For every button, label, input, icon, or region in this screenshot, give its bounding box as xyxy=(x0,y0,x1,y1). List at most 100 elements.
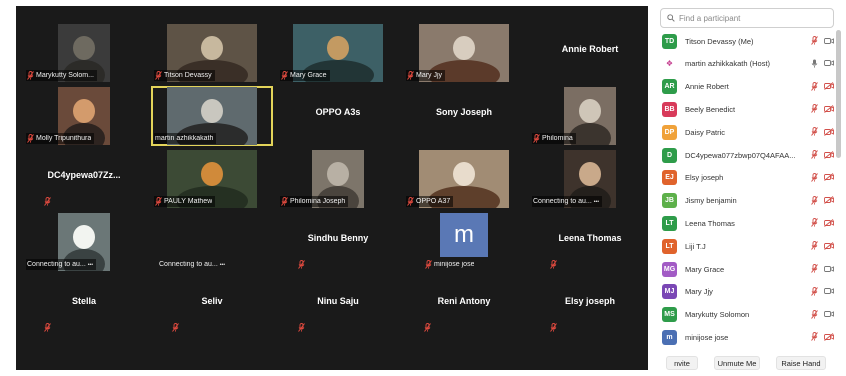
mic-muted-icon[interactable] xyxy=(811,150,818,159)
participant-row[interactable]: MJ Mary Jjy xyxy=(662,281,838,303)
video-tile[interactable]: Ninu Saju xyxy=(278,276,398,334)
video-tile[interactable]: Sony Joseph xyxy=(404,87,524,145)
participant-avatar: BB xyxy=(662,101,677,117)
camera-off-icon[interactable] xyxy=(824,333,834,341)
camera-off-icon[interactable] xyxy=(824,196,834,204)
search-input[interactable] xyxy=(679,13,829,23)
mic-muted-icon xyxy=(27,134,34,143)
camera-off-icon[interactable] xyxy=(824,127,834,136)
participant-search[interactable] xyxy=(660,8,834,28)
participant-name: Jismy benjamin xyxy=(685,196,737,206)
participants-panel: TD Titson Devassy (Me) ❖ martin azhikkakath… xyxy=(648,0,846,376)
unmute-me-button[interactable]: Unmute Me xyxy=(714,356,760,370)
camera-icon[interactable] xyxy=(824,59,834,67)
tile-label: Connecting to au... ••• xyxy=(532,196,603,207)
participant-name: Leena Thomas xyxy=(685,218,735,228)
video-tile[interactable]: Philomina Joseph xyxy=(278,150,398,208)
participant-row[interactable]: JB Jismy benjamin xyxy=(662,190,838,212)
video-tile[interactable]: Philomina xyxy=(530,87,650,145)
participant-row[interactable]: AR Annie Robert xyxy=(662,76,838,98)
video-tile[interactable]: Leena Thomas xyxy=(530,213,650,271)
participant-row[interactable]: ❖ martin azhikkakath (Host) xyxy=(662,53,838,75)
mic-muted-icon xyxy=(533,134,540,143)
mic-on-icon[interactable] xyxy=(811,59,818,68)
camera-off-icon[interactable] xyxy=(824,82,834,90)
participant-avatar: MG xyxy=(662,261,677,277)
participant-name: DC4ypewa077zbwp07Q4AFAA... xyxy=(685,150,796,160)
video-tile[interactable]: Molly Tripunithura xyxy=(24,87,144,145)
video-tile[interactable]: Titson Devassy xyxy=(152,24,272,82)
mic-muted-icon xyxy=(550,260,557,269)
mic-muted-icon[interactable] xyxy=(811,332,818,342)
participant-row[interactable]: LT Liji T.J xyxy=(662,235,838,257)
mic-muted-icon[interactable] xyxy=(811,36,818,45)
video-tile[interactable]: DC4ypewa07Zz... xyxy=(24,150,144,208)
mic-muted-icon[interactable] xyxy=(811,127,818,136)
participant-row[interactable]: D DC4ypewa077zbwp07Q4AFAA... xyxy=(662,144,838,166)
video-tile[interactable]: Marykutty Solom... xyxy=(24,24,144,82)
camera-icon[interactable] xyxy=(824,287,834,295)
participant-avatar: D xyxy=(662,147,677,163)
participant-name: OPPO A3s xyxy=(315,107,361,117)
scrollbar[interactable] xyxy=(836,30,841,158)
tile-label: Philomina Joseph xyxy=(280,196,349,207)
video-tile[interactable]: OPPO A3s xyxy=(278,87,398,145)
mic-muted-icon[interactable] xyxy=(811,264,818,273)
participant-avatar: MS xyxy=(662,307,677,323)
video-tile[interactable]: Seliv xyxy=(152,276,272,334)
video-tile[interactable]: martin azhikkakath xyxy=(151,86,273,146)
participant-row[interactable]: MS Marykutty Solomon xyxy=(662,304,838,326)
participant-status xyxy=(811,81,834,91)
mic-muted-icon[interactable] xyxy=(811,172,818,182)
camera-icon[interactable] xyxy=(824,265,834,273)
mic-muted-icon xyxy=(281,197,288,206)
participant-row[interactable]: TD Titson Devassy (Me) xyxy=(662,30,838,52)
camera-icon[interactable] xyxy=(824,310,834,318)
video-tile[interactable]: Connecting to au... ••• xyxy=(530,150,650,208)
video-tile[interactable]: Sindhu Benny xyxy=(278,213,398,271)
mic-muted-icon[interactable] xyxy=(811,81,818,91)
participant-avatar: LT xyxy=(662,215,677,231)
participant-row[interactable]: BB Beely Benedict xyxy=(662,98,838,120)
video-tile[interactable]: m minijose jose xyxy=(404,213,524,271)
mic-muted-icon[interactable] xyxy=(811,218,818,228)
camera-off-icon[interactable] xyxy=(824,219,834,227)
participant-name: Daisy Patric xyxy=(685,127,726,137)
video-tile[interactable]: Stella xyxy=(24,276,144,334)
video-tile[interactable]: Mary Jjy xyxy=(404,24,524,82)
participant-row[interactable]: m minijose jose xyxy=(662,326,838,348)
participant-name: martin azhikkakath xyxy=(155,135,214,142)
participant-name: minijose jose xyxy=(685,332,729,342)
participant-row[interactable]: EJ Elsy joseph xyxy=(662,167,838,189)
video-tile[interactable]: OPPO A37 xyxy=(404,150,524,208)
video-tile[interactable]: Annie Robert xyxy=(530,24,650,82)
video-tile[interactable]: Mary Grace xyxy=(278,24,398,82)
video-gallery: Marykutty Solom... Titson Devassy Mary Gra… xyxy=(16,6,648,370)
camera-off-icon[interactable] xyxy=(824,105,834,113)
video-tile[interactable]: Connecting to au... ••• xyxy=(24,213,144,271)
camera-off-icon[interactable] xyxy=(824,241,834,250)
participant-status xyxy=(811,309,834,319)
camera-icon[interactable] xyxy=(824,37,834,45)
mic-muted-icon[interactable] xyxy=(811,309,818,319)
invite-button[interactable]: nvite xyxy=(666,356,698,370)
participant-row[interactable]: LT Leena Thomas xyxy=(662,212,838,234)
mic-muted-icon[interactable] xyxy=(811,286,818,296)
video-tile[interactable]: Reni Antony xyxy=(404,276,524,334)
mic-muted-icon xyxy=(298,260,305,269)
camera-off-icon[interactable] xyxy=(824,150,834,159)
raise-hand-button[interactable]: Raise Hand xyxy=(776,356,826,370)
video-tile[interactable]: PAULY Mathew xyxy=(152,150,272,208)
mic-muted-icon[interactable] xyxy=(811,241,818,250)
participant-row[interactable]: DP Daisy Patric xyxy=(662,121,838,143)
tile-label: Molly Tripunithura xyxy=(26,133,95,144)
camera-off-icon[interactable] xyxy=(824,173,834,182)
tile-label: Mary Jjy xyxy=(406,70,446,81)
participant-avatar: AR xyxy=(662,79,677,95)
mic-muted-icon[interactable] xyxy=(811,104,818,114)
tile-label: martin azhikkakath xyxy=(154,133,217,144)
mic-muted-icon[interactable] xyxy=(811,195,818,205)
video-tile[interactable]: Elsy joseph xyxy=(530,276,650,334)
video-tile[interactable]: Connecting to au... ••• xyxy=(152,213,272,271)
participant-row[interactable]: MG Mary Grace xyxy=(662,258,838,280)
